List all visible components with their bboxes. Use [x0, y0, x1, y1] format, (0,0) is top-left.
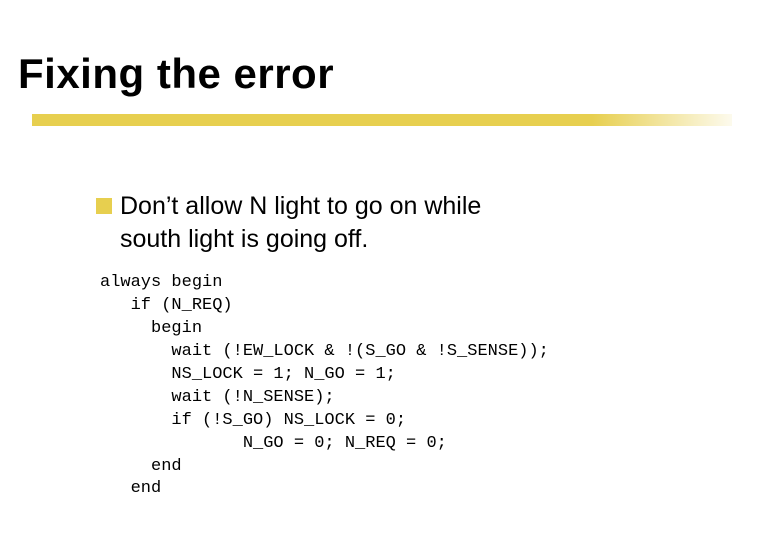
bullet-line-1: Don’t allow N light to go on while	[120, 192, 481, 220]
code-line: wait (!N_SENSE);	[100, 388, 335, 407]
code-line: NS_LOCK = 1; N_GO = 1;	[100, 365, 396, 384]
slide-title: Fixing the error	[18, 50, 334, 98]
code-line: begin	[100, 319, 202, 338]
bullet-text: Don’t allow N light to go on while south…	[120, 190, 481, 255]
slide: Fixing the error Don’t allow N light to …	[0, 0, 780, 540]
bullet-line-2: south light is going off.	[120, 225, 368, 253]
code-line: always begin	[100, 273, 222, 292]
code-block: always begin if (N_REQ) begin wait (!EW_…	[100, 272, 549, 501]
code-line: end	[100, 457, 182, 476]
bullet-square-icon	[96, 198, 112, 214]
code-line: if (!S_GO) NS_LOCK = 0;	[100, 411, 406, 430]
code-line: N_GO = 0; N_REQ = 0;	[100, 434, 447, 453]
bullet-item: Don’t allow N light to go on while south…	[96, 190, 481, 255]
title-underline	[32, 114, 732, 126]
code-line: wait (!EW_LOCK & !(S_GO & !S_SENSE));	[100, 342, 549, 361]
code-line: end	[100, 479, 161, 498]
code-line: if (N_REQ)	[100, 296, 233, 315]
